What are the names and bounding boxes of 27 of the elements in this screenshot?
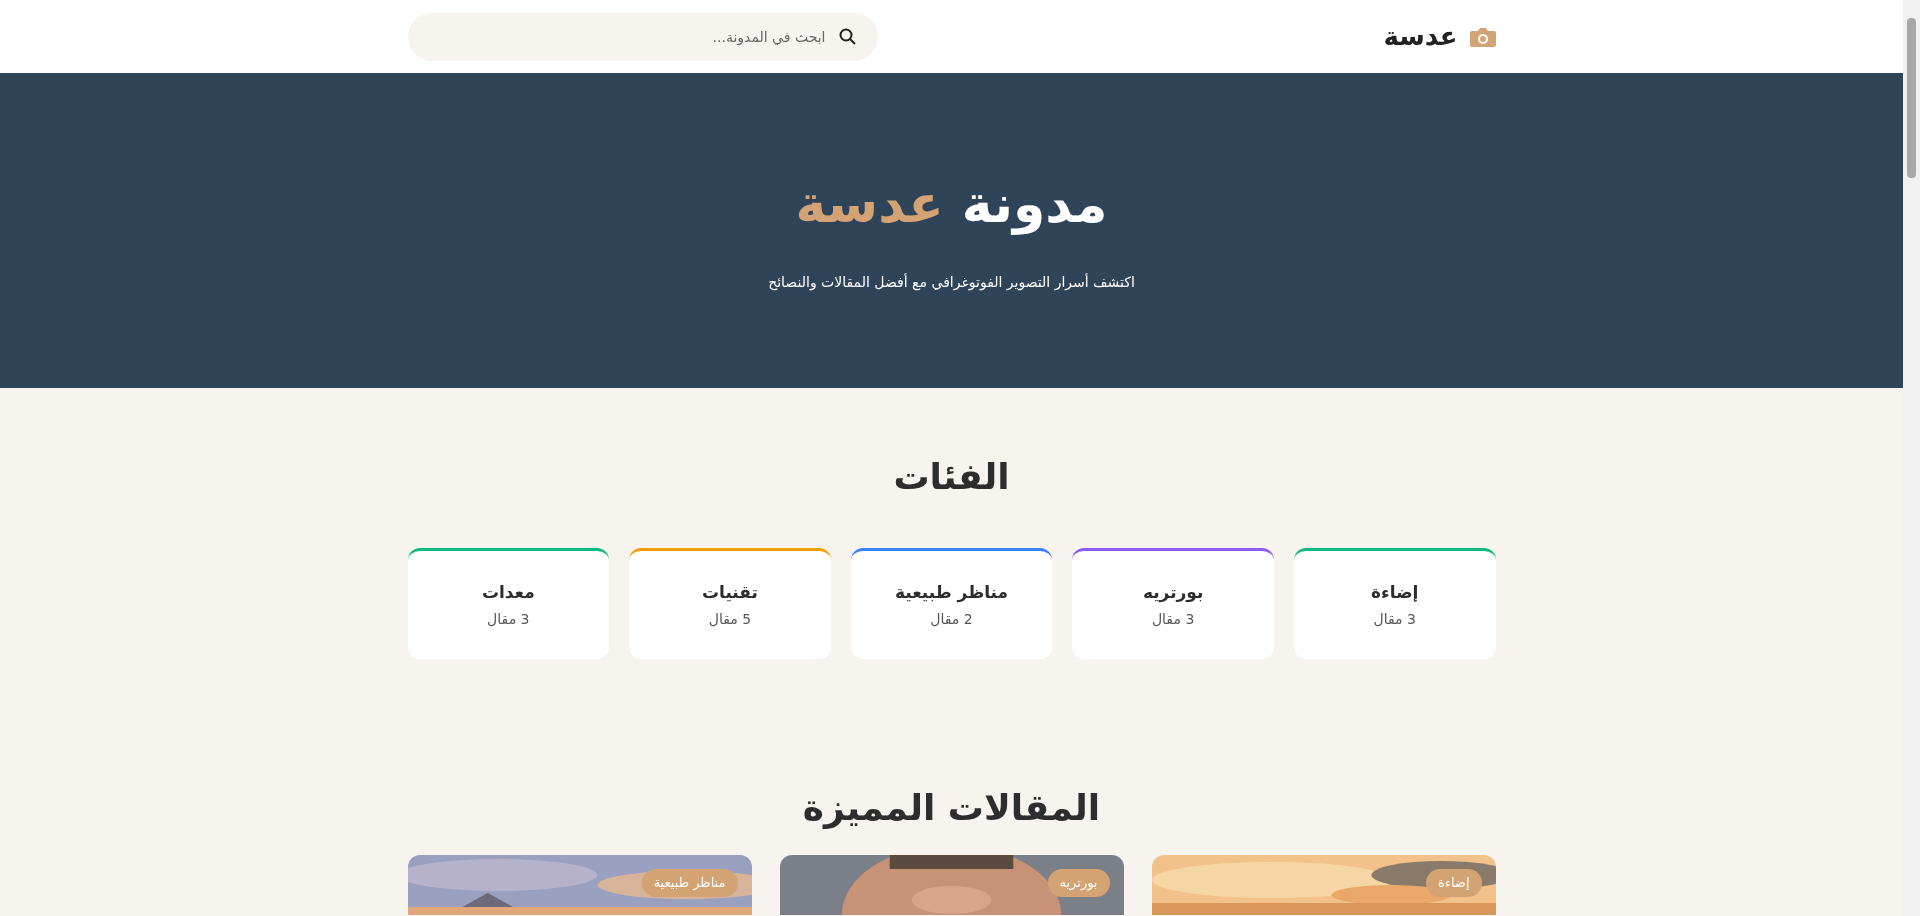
article-count: 5 مقال	[708, 610, 752, 630]
category-card[interactable]: معدات 3 مقال	[407, 548, 610, 659]
search-icon	[838, 27, 856, 45]
category-badge: إضاءة	[1425, 869, 1482, 897]
category-name: مناظر طبيعية	[894, 580, 1009, 605]
hero-subtitle: اكتشف أسرار التصوير الفوتوغرافي مع أفضل المقالات والنصائح	[768, 272, 1135, 293]
search-field[interactable]: ابحث في المدونة...	[407, 12, 878, 61]
section-title: المقالات المميزة	[802, 786, 1101, 831]
category-name: بورتريه	[1142, 580, 1204, 605]
scrollbar[interactable]	[1903, 0, 1920, 916]
category-name: إضاءة	[1371, 580, 1419, 604]
category-card[interactable]: إضاءة 3 مقال	[1293, 548, 1496, 659]
category-name: معدات	[481, 580, 535, 604]
category-card[interactable]: مناظر طبيعية 2 مقال	[850, 548, 1053, 659]
category-card[interactable]: بورتريه 3 مقال	[1072, 548, 1274, 659]
hero-title: مدونة عدسة	[795, 172, 1108, 237]
article-count: 3 مقال	[1373, 610, 1416, 630]
article-count: 3 مقال	[1151, 610, 1195, 630]
section-title: الفئات	[893, 455, 1010, 499]
category-card[interactable]: تقنيات 5 مقال	[629, 548, 831, 659]
category-badge: بورتريه	[1047, 869, 1110, 897]
camera-icon	[1469, 26, 1496, 47]
article-count: 2 مقال	[930, 610, 973, 630]
category-name: تقنيات	[701, 580, 758, 604]
category-badge: مناظر طبيعية	[641, 869, 738, 897]
article-count: 3 مقال	[487, 610, 530, 630]
logo[interactable]: عدسة	[1383, 17, 1458, 56]
